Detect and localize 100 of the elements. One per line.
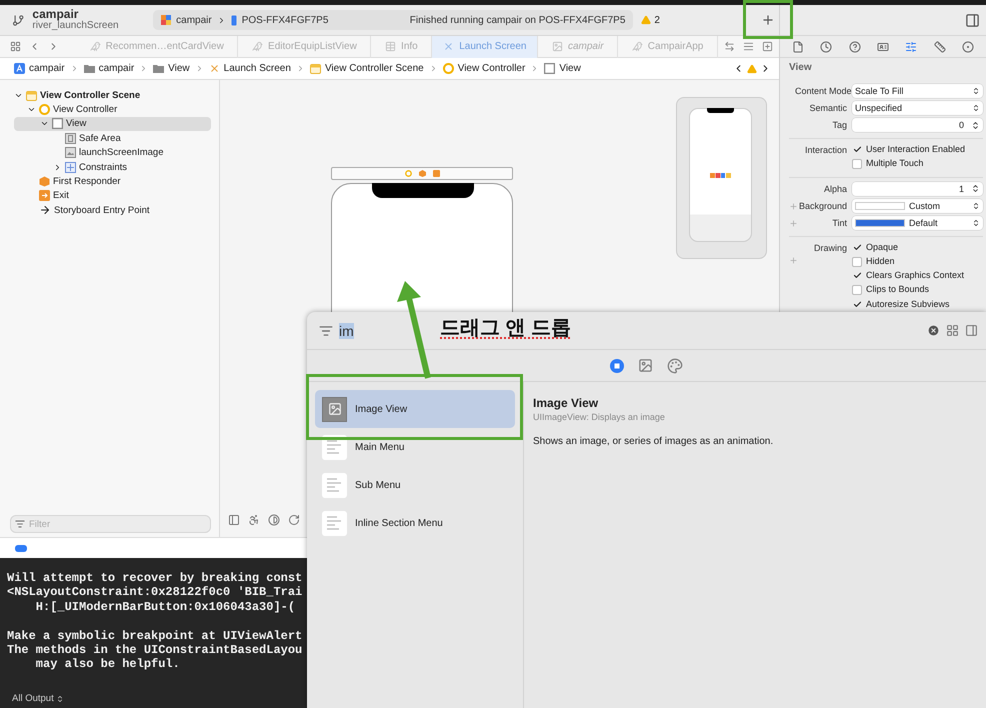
colors-tab-icon[interactable] [667,358,683,374]
console-line: Will attempt to recover by breaking const [7,571,304,586]
number-field[interactable]: 0 [852,118,983,132]
library-item[interactable]: Main Menu [315,428,515,466]
clear-icon[interactable] [927,324,940,337]
breadcrumb-item[interactable]: campair [12,63,67,74]
highlight-frame [743,0,793,39]
inspector-toggle-icon[interactable] [965,12,980,28]
plus-icon [761,13,776,27]
checkbox[interactable] [852,256,862,267]
checkbox-option[interactable]: Opaque [852,240,964,254]
library-item[interactable]: Inline Section Menu [315,504,515,542]
chevron-icon[interactable] [53,162,62,172]
checkbox-label: Opaque [866,240,898,254]
circle-dot-icon[interactable] [962,40,974,52]
tree-item[interactable]: Safe Area [14,131,211,146]
checkbox[interactable] [852,242,862,252]
updown-icon [972,104,980,112]
grid-icon[interactable] [10,41,21,52]
checkbox[interactable] [852,270,862,281]
tree-item[interactable]: First Responder [14,174,211,189]
search-field[interactable]: im [339,322,354,338]
logo-icon [710,173,731,178]
select-field[interactable]: Unspecified [852,101,983,115]
media-tab-icon[interactable] [638,358,653,373]
updown-icon [972,218,980,227]
branch-name: river_launchScreen [32,20,120,32]
scheme-name[interactable]: campair [176,14,212,26]
checkbox[interactable] [852,299,862,310]
tree-item[interactable]: launchScreenImage [14,146,211,160]
detail-subtitle: UIImageView: Displays an image [533,412,666,422]
property-label: Alpha [822,182,847,196]
library-item[interactable]: Sub Menu [315,466,515,504]
add-editor-icon[interactable] [762,41,773,52]
image-icon [65,147,76,158]
library-item[interactable]: Image View [315,390,515,428]
checkbox-option[interactable]: User Interaction Enabled [852,143,966,156]
tree-item[interactable]: View [14,116,211,132]
checkbox-option[interactable]: Hidden [852,254,964,268]
checkbox-label: Hidden [866,254,895,268]
checkbox-option[interactable]: Multiple Touch [852,157,966,171]
select-field[interactable]: Custom [852,198,983,213]
notch [707,108,734,113]
console-line: The methods in the UIConstraintBasedLayou [7,643,304,658]
breadcrumb-item[interactable]: View [542,63,583,74]
outline-toggle-icon[interactable] [228,514,240,526]
tree-item[interactable]: View Controller Scene [14,88,211,102]
breadcrumb-item[interactable]: View [151,63,192,74]
cube-icon [418,170,426,177]
view-icon [544,63,556,74]
id-card-icon[interactable] [876,40,889,52]
cube-icon [39,176,50,188]
detail-title: Image View [533,396,600,410]
checkbox-option[interactable]: Autoresize Subviews [852,298,964,312]
checkbox[interactable] [852,158,862,169]
select-field[interactable]: Scale To Fill [852,84,983,98]
constraints-icon [65,162,76,173]
file-icon[interactable] [792,40,804,52]
updown-icon [972,87,980,95]
bird-icon [632,41,643,52]
filter-icon[interactable] [319,324,333,338]
breadcrumb-item[interactable]: Launch Screen [206,63,293,74]
warning-count[interactable]: 2 [641,14,660,26]
tree-item[interactable]: Exit [14,188,211,204]
select-field[interactable]: Default [852,216,983,230]
swap-icon[interactable] [724,41,735,52]
tree-item[interactable]: Storyboard Entry Point [14,203,211,218]
folder-icon [153,64,164,73]
property-label: Tag [831,119,847,132]
panel-icon[interactable] [965,324,978,337]
breadcrumb-item[interactable]: View Controller Scene [308,63,426,74]
sliders-icon[interactable] [905,40,918,52]
console-line: <NSLayoutConstraint:0x28122f0c0 'BIB_Trai [7,585,304,600]
objects-tab-icon[interactable] [610,358,624,372]
property-label: Background [798,200,847,213]
rotate-icon[interactable] [288,514,300,526]
device-name[interactable]: POS-FFX4FGF7P5 [242,14,328,26]
grid-icon[interactable] [946,324,959,337]
ruler-icon[interactable] [934,40,946,52]
console-line: H:[_UIModernBarButton:0x106043a30]-( [34,600,296,614]
checkbox-option[interactable]: Clips to Bounds [852,283,964,297]
checkbox[interactable] [852,144,862,155]
accessibility-icon[interactable] [248,514,260,526]
tree-item[interactable]: Constraints [14,160,211,174]
lines-icon[interactable] [743,41,754,52]
clock-icon[interactable] [820,40,832,52]
tree-item[interactable]: View Controller [14,102,211,117]
breakpoints-toggle[interactable] [15,544,27,552]
property-label: Drawing [812,242,847,255]
number-field[interactable]: 1 [852,182,983,196]
output-filter[interactable]: All Output [7,693,307,704]
help-icon[interactable] [848,40,861,52]
bird-icon [252,41,264,52]
image-view-icon [322,396,347,422]
checkbox[interactable] [852,285,862,296]
breadcrumb-item[interactable]: View Controller [440,63,528,74]
breadcrumb-item[interactable]: campair [82,63,136,74]
image-icon [552,41,563,52]
app-icon [161,15,172,25]
appearance-icon[interactable] [268,514,280,526]
